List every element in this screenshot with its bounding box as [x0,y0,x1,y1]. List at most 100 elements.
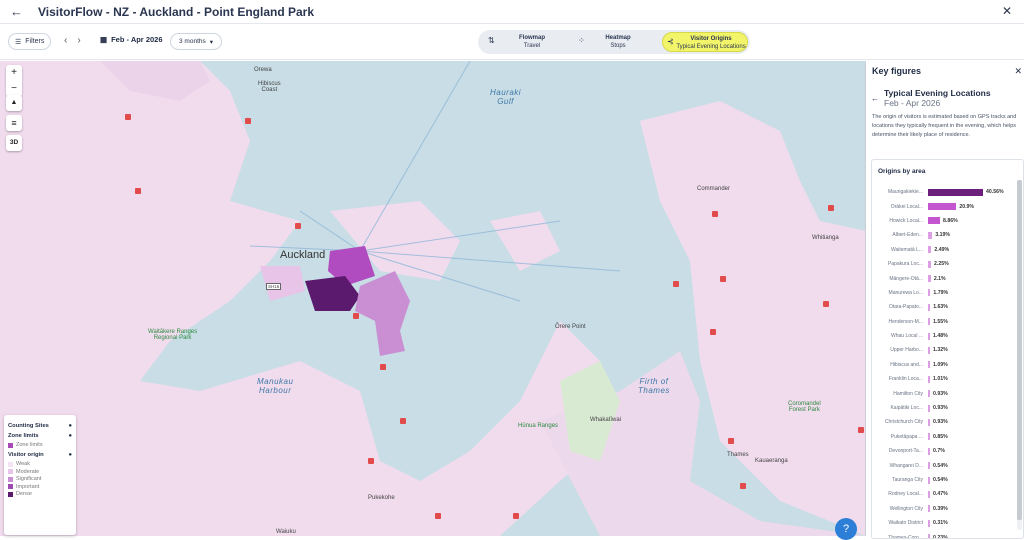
origin-value: 2.49% [934,246,950,253]
origins-scrollbar[interactable] [1017,180,1022,530]
prev-period-icon[interactable]: ‹ [64,35,77,46]
origin-value: 2.1% [933,275,946,282]
origin-row[interactable]: Whangarei D... 0.54% [872,458,1020,472]
legend-level-label: Significant [16,476,42,482]
date-range: Feb - Apr 2026 [111,35,163,44]
origin-row[interactable]: Māngere-Ōtā... 2.1% [872,271,1020,285]
origin-row[interactable]: Thames-Coro... 0.23% [872,530,1020,539]
map-label-hibiscus-coast: Hibiscus Coast [258,81,281,93]
origin-row[interactable]: Papakura Loc... 2.25% [872,257,1020,271]
info-icon[interactable]: ● [68,423,72,429]
filters-button[interactable]: ☰ Filters [8,33,52,50]
origins-network-icon: ⊰ [667,37,674,46]
top-bar: ← VisitorFlow - NZ - Auckland - Point En… [0,0,1024,24]
origin-row[interactable]: Ōtara-Papato... 1.63% [872,300,1020,314]
legend-swatch [8,476,13,482]
filters-label: Filters [25,38,45,45]
legend-visitor-origin[interactable]: Visitor origin ● [8,452,72,458]
origin-bar [928,534,930,538]
origin-row[interactable]: Howick Local... 8.86% [872,214,1020,228]
legend-level-item: Dense [8,491,72,497]
origin-name: Whau Local ... [891,333,923,340]
origin-row[interactable]: Manurewa Lo... 1.79% [872,286,1020,300]
legend-levels: Weak Moderate Significant Important Dense [8,461,72,497]
origin-row[interactable]: Tauranga City 0.54% [872,473,1020,487]
legend-level-label: Weak [16,461,30,467]
next-period-icon[interactable]: › [77,35,90,46]
origin-row[interactable]: Waikato District 0.31% [872,516,1020,530]
origin-name: Kaipātiki Loc... [890,405,923,412]
origin-row[interactable]: Devonport-Ta... 0.7% [872,444,1020,458]
origin-row[interactable]: Maungakiekie... 40.56% [872,185,1020,199]
origin-value: 8.86% [943,217,958,224]
origin-row[interactable]: Hibiscus and... 1.09% [872,358,1020,372]
legend-zone-limits[interactable]: Zone limits ● [8,433,72,439]
origin-row[interactable]: Waitematā L... 2.49% [872,243,1020,257]
period-nav: ‹› [64,35,91,46]
map-label-hunua-ranges: Hūnua Ranges [518,423,559,429]
mode-visitor-origins[interactable]: ⊰ Visitor Origins Typical Evening Locati… [662,32,748,52]
mode-title: Heatmap [605,35,631,41]
origin-value: 0.23% [933,534,948,539]
origin-row[interactable]: Whau Local ... 1.48% [872,329,1020,343]
origin-value: 1.48% [933,333,948,340]
close-icon[interactable]: ✕ [1002,4,1012,18]
map-label-whakatiwai: Whakatīwai [590,417,622,423]
info-icon[interactable]: ● [68,433,72,439]
origin-value: 0.54% [933,477,948,483]
origin-row[interactable]: Franklin Loca... 1.01% [872,372,1020,386]
origin-value: 1.63% [933,304,948,311]
origin-bar [928,505,930,513]
origin-row[interactable]: Hamilton City 0.93% [872,386,1020,400]
layers-icon[interactable]: ≡ [6,115,22,131]
legend-level-item: Moderate [8,469,72,475]
help-button[interactable]: ? [835,518,857,540]
origin-bar [928,375,930,383]
origin-row[interactable]: Kaipātiki Loc... 0.93% [872,401,1020,415]
map-label-bridge: SH16 [266,283,282,290]
origin-name: Devonport-Ta... [888,448,923,455]
origin-name: Wellington City [889,505,923,512]
origin-row[interactable]: Puketāpapa ... 0.85% [872,430,1020,444]
origin-value: 1.32% [933,347,948,354]
3d-toggle-button[interactable]: 3D [6,135,22,151]
back-arrow-icon[interactable]: ← [871,94,879,103]
legend-counting-sites[interactable]: Counting Sites ● [8,423,72,429]
mode-flowmap[interactable]: ⇅ Flowmap Travel [484,32,580,52]
scrollbar-thumb[interactable] [1017,180,1022,520]
origin-row[interactable]: Ōrākei Local... 20.9% [872,199,1020,213]
legend-swatch [8,461,13,467]
info-icon[interactable]: ● [68,452,72,458]
back-arrow-icon[interactable]: ← [10,4,32,19]
origin-value: 1.09% [933,361,948,368]
date-picker[interactable]: ▦ Feb - Apr 2026 [100,35,163,44]
map-label-kauaeranga: Kauaeranga [755,458,788,464]
origin-row[interactable]: Wellington City 0.39% [872,502,1020,516]
origin-name: Whangarei D... [889,462,923,469]
close-panel-icon[interactable]: ✕ [1014,66,1022,77]
origin-bar [928,188,983,196]
compass-button[interactable]: ▲ [6,95,22,111]
origin-value: 0.93% [933,390,948,397]
map-canvas[interactable]: + − ▲ ≡ 3D Orewa Hibiscus Coast Hauraki … [0,61,866,536]
origin-value: 0.7% [933,448,945,455]
mode-title: Visitor Origins [690,36,732,42]
origin-name: Hamilton City [893,390,923,397]
legend-swatch [8,484,13,489]
mode-heatmap[interactable]: ⁘ Heatmap Stops [574,32,662,52]
origin-row[interactable]: Rodney Local... 0.47% [872,487,1020,501]
origin-row[interactable]: Henderson-M... 1.55% [872,315,1020,329]
origin-name: Albert-Eden... [892,232,923,239]
legend-level-item: Weak [8,461,72,467]
zoom-in-button[interactable]: + [6,65,22,81]
period-value: 3 months [179,38,206,45]
origin-bar [928,346,930,354]
key-figures-panel: Key figures ✕ ← Typical Evening Location… [866,61,1024,539]
period-select[interactable]: 3 months ▾ [170,33,223,50]
origin-bar [928,260,932,268]
origin-row[interactable]: Albert-Eden... 3.19% [872,228,1020,242]
origin-row[interactable]: Christchurch City 0.93% [872,415,1020,429]
origin-value: 0.47% [933,491,948,498]
origin-row[interactable]: Upper Harbo... 1.32% [872,343,1020,357]
origin-value: 0.93% [933,405,948,412]
